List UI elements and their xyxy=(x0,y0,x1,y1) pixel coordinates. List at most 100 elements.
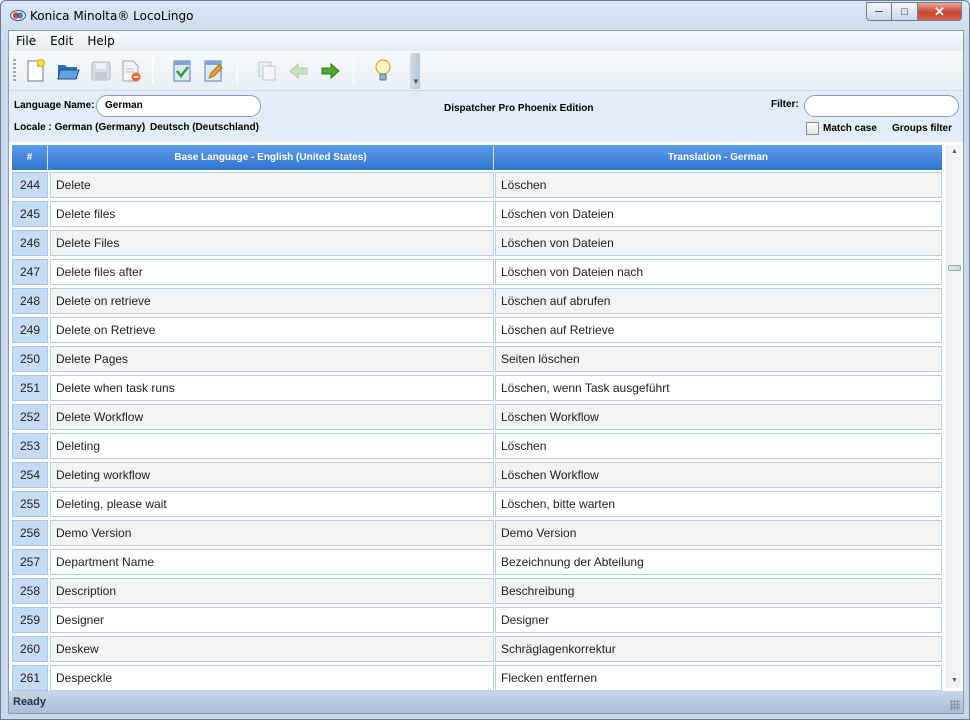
minimize-button[interactable]: ─ xyxy=(866,2,892,21)
menu-help[interactable]: Help xyxy=(80,31,121,51)
table-row[interactable]: 260 Deskew Schräglagenkorrektur xyxy=(12,635,942,664)
base-text-cell[interactable]: Deskew xyxy=(50,636,494,662)
toolbar-overflow-button[interactable]: ▼ xyxy=(410,53,420,89)
scrollbar-thumb[interactable] xyxy=(948,265,961,271)
translation-cell[interactable]: Schräglagenkorrektur xyxy=(495,636,942,662)
table-row[interactable]: 261 Despeckle Flecken entfernen xyxy=(12,664,942,691)
toolbar-grip[interactable] xyxy=(13,59,16,83)
base-text-cell[interactable]: Delete files xyxy=(50,201,494,227)
filter-label: Filter: xyxy=(771,99,799,110)
maximize-button[interactable]: □ xyxy=(892,2,918,21)
language-name-label: Language Name: xyxy=(14,100,95,111)
forward-button[interactable] xyxy=(316,57,344,85)
base-text-cell[interactable]: Delete xyxy=(50,172,494,198)
groups-filter-link[interactable]: Groups filter xyxy=(892,123,952,134)
translation-cell[interactable]: Löschen, wenn Task ausgeführt xyxy=(495,375,942,401)
base-text-cell[interactable]: Description xyxy=(50,578,494,604)
base-text-cell[interactable]: Delete files after xyxy=(50,259,494,285)
table-row[interactable]: 259 Designer Designer xyxy=(12,606,942,635)
table-row[interactable]: 255 Deleting, please wait Löschen, bitte w… xyxy=(12,490,942,519)
translation-cell[interactable]: Demo Version xyxy=(495,520,942,546)
base-text-cell[interactable]: Department Name xyxy=(50,549,494,575)
table-row[interactable]: 256 Demo Version Demo Version xyxy=(12,519,942,548)
language-name-input[interactable]: German xyxy=(96,95,261,117)
table-row[interactable]: 252 Delete Workflow Löschen Workflow xyxy=(12,403,942,432)
translation-cell[interactable]: Bezeichnung der Abteilung xyxy=(495,549,942,575)
translation-cell[interactable]: Löschen auf abrufen xyxy=(495,288,942,314)
translation-cell[interactable]: Löschen von Dateien nach xyxy=(495,259,942,285)
base-text-cell[interactable]: Delete Workflow xyxy=(50,404,494,430)
save-button[interactable] xyxy=(87,57,115,85)
base-text-cell[interactable]: Delete on retrieve xyxy=(50,288,494,314)
translation-cell[interactable]: Designer xyxy=(495,607,942,633)
base-text-cell[interactable]: Despeckle xyxy=(50,665,494,691)
base-text-cell[interactable]: Delete Pages xyxy=(50,346,494,372)
base-text-cell[interactable]: Delete Files xyxy=(50,230,494,256)
copy-button[interactable] xyxy=(253,57,281,85)
table-row[interactable]: 251 Delete when task runs Löschen, wenn Ta… xyxy=(12,374,942,403)
translation-cell[interactable]: Löschen xyxy=(495,172,942,198)
base-text-cell[interactable]: Delete when task runs xyxy=(50,375,494,401)
column-header-number[interactable]: # xyxy=(12,145,48,170)
menu-bar: File Edit Help xyxy=(9,31,963,51)
back-button[interactable] xyxy=(285,57,313,85)
match-case-checkbox[interactable] xyxy=(806,122,819,135)
row-number: 259 xyxy=(12,607,48,633)
translation-cell[interactable]: Löschen von Dateien xyxy=(495,230,942,256)
base-text-cell[interactable]: Demo Version xyxy=(50,520,494,546)
row-number: 254 xyxy=(12,462,48,488)
base-text-cell[interactable]: Delete on Retrieve xyxy=(50,317,494,343)
table-row[interactable]: 248 Delete on retrieve Löschen auf abrufen xyxy=(12,287,942,316)
row-number: 250 xyxy=(12,346,48,372)
table-row[interactable]: 257 Department Name Bezeichnung der Abteil… xyxy=(12,548,942,577)
resize-grip[interactable] xyxy=(950,700,960,710)
edit-button[interactable] xyxy=(199,57,227,85)
row-number: 251 xyxy=(12,375,48,401)
table-row[interactable]: 258 Description Beschreibung xyxy=(12,577,942,606)
translation-cell[interactable]: Flecken entfernen xyxy=(495,665,942,691)
base-text-cell[interactable]: Designer xyxy=(50,607,494,633)
base-text-cell[interactable]: Deleting, please wait xyxy=(50,491,494,517)
locale-native-label: Deutsch (Deutschland) xyxy=(150,122,259,133)
translation-cell[interactable]: Löschen Workflow xyxy=(495,404,942,430)
table-row[interactable]: 245 Delete files Löschen von Dateien xyxy=(12,200,942,229)
table-row[interactable]: 244 Delete Löschen xyxy=(12,171,942,200)
toolbar-separator xyxy=(152,58,153,84)
chevron-down-icon: ▼ xyxy=(412,77,420,86)
import-button[interactable] xyxy=(168,57,196,85)
open-button[interactable] xyxy=(54,57,82,85)
base-text-cell[interactable]: Deleting xyxy=(50,433,494,459)
vertical-scrollbar[interactable]: ▲ ▼ xyxy=(946,145,961,688)
translation-cell[interactable]: Löschen Workflow xyxy=(495,462,942,488)
scroll-up-arrow-icon[interactable]: ▲ xyxy=(947,145,962,159)
window-controls: ─ □ ✕ xyxy=(866,2,962,21)
table-row[interactable]: 253 Deleting Löschen xyxy=(12,432,942,461)
translation-cell[interactable]: Beschreibung xyxy=(495,578,942,604)
base-text-cell[interactable]: Deleting workflow xyxy=(50,462,494,488)
column-header-translation[interactable]: Translation - German xyxy=(494,145,942,170)
filter-input[interactable] xyxy=(804,95,959,117)
row-number: 245 xyxy=(12,201,48,227)
translation-cell[interactable]: Löschen auf Retrieve xyxy=(495,317,942,343)
product-title: Dispatcher Pro Phoenix Edition xyxy=(444,103,594,114)
translation-cell[interactable]: Seiten löschen xyxy=(495,346,942,372)
translation-cell[interactable]: Löschen, bitte warten xyxy=(495,491,942,517)
translation-cell[interactable]: Löschen xyxy=(495,433,942,459)
translation-cell[interactable]: Löschen von Dateien xyxy=(495,201,942,227)
title-bar[interactable]: Konica Minolta® LocoLingo ─ □ ✕ xyxy=(1,1,969,30)
scroll-down-arrow-icon[interactable]: ▼ xyxy=(947,674,962,688)
column-header-base-language[interactable]: Base Language - English (United States) xyxy=(48,145,494,170)
status-text: Ready xyxy=(13,696,47,708)
menu-edit[interactable]: Edit xyxy=(43,31,80,51)
row-number: 244 xyxy=(12,172,48,198)
close-file-button[interactable] xyxy=(117,57,145,85)
new-button[interactable] xyxy=(21,57,49,85)
table-row[interactable]: 249 Delete on Retrieve Löschen auf Retriev… xyxy=(12,316,942,345)
menu-file[interactable]: File xyxy=(9,31,43,51)
table-row[interactable]: 254 Deleting workflow Löschen Workflow xyxy=(12,461,942,490)
table-row[interactable]: 246 Delete Files Löschen von Dateien xyxy=(12,229,942,258)
tips-button[interactable] xyxy=(369,57,397,85)
table-row[interactable]: 247 Delete files after Löschen von Dateien… xyxy=(12,258,942,287)
table-row[interactable]: 250 Delete Pages Seiten löschen xyxy=(12,345,942,374)
close-button[interactable]: ✕ xyxy=(918,2,962,21)
